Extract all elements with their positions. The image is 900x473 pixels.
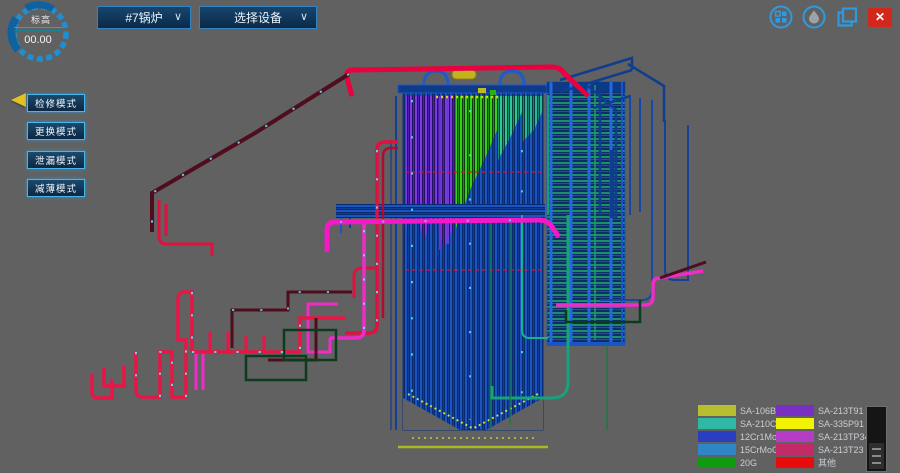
legend-label: SA-210C — [740, 419, 777, 429]
legend-label: 15CrMoG — [740, 445, 779, 455]
mode-label: 泄漏模式 — [35, 153, 77, 167]
legend-swatch — [698, 418, 736, 429]
boiler-select-label: #7锅炉 — [125, 9, 162, 26]
legend-swatch — [776, 418, 814, 429]
legend-swatch — [776, 457, 814, 468]
legend-label: SA-335P91 — [818, 419, 864, 429]
legend-scrollbar-thumb[interactable] — [869, 443, 884, 469]
elevation-gauge: 标高 00.00 — [6, 0, 76, 70]
mode-label: 检修模式 — [35, 96, 77, 110]
grid-circle-icon — [769, 5, 793, 29]
gauge-divider — [14, 27, 62, 28]
legend-swatch — [776, 405, 814, 416]
mode-button-thinning[interactable]: 减薄模式 — [27, 179, 85, 197]
mode-label: 减薄模式 — [35, 181, 77, 195]
boiler-wireframe — [0, 0, 900, 473]
legend-scrollbar[interactable] — [866, 406, 887, 472]
chevron-down-icon: ∨ — [174, 10, 182, 23]
mode-button-replace[interactable]: 更换模式 — [27, 122, 85, 140]
legend-label: 20G — [740, 458, 757, 468]
legend-swatch — [776, 444, 814, 455]
droplet-circle-icon — [802, 5, 826, 29]
legend-label: SA-213T91 — [818, 406, 864, 416]
mode-label: 更换模式 — [35, 124, 77, 138]
legend-swatch — [698, 457, 736, 468]
legend-label: SA-106B — [740, 406, 776, 416]
mode-button-leak[interactable]: 泄漏模式 — [27, 151, 85, 169]
legend-swatch — [698, 444, 736, 455]
device-select-label: 选择设备 — [234, 9, 282, 26]
gauge-label: 标高 — [6, 13, 76, 26]
boiler-monitor-window: 标高 00.00 #7锅炉 ∨ 选择设备 ∨ — [0, 0, 900, 473]
model-viewport[interactable] — [0, 0, 900, 473]
close-icon: ✕ — [875, 10, 885, 24]
legend-label: SA-213T23 — [818, 445, 864, 455]
mode-button-overhaul[interactable]: 检修模式 — [27, 94, 85, 112]
close-button[interactable]: ✕ — [868, 8, 892, 27]
material-legend: SA-106B SA-210C 12Cr1MoVG 15CrMoG 20G SA… — [698, 404, 894, 473]
dashboard-grid-button[interactable] — [769, 5, 793, 29]
boiler-select-dropdown[interactable]: #7锅炉 ∨ — [97, 6, 191, 29]
gauge-value: 00.00 — [6, 34, 70, 46]
legend-swatch — [698, 431, 736, 442]
furnace-body — [336, 70, 548, 447]
legend-label: 其他 — [818, 456, 836, 469]
droplet-monitor-button[interactable] — [802, 5, 826, 29]
legend-swatch — [698, 405, 736, 416]
layers-icon — [835, 5, 859, 29]
collapse-menu-arrow-icon[interactable] — [11, 93, 26, 107]
window-toolbar: ✕ — [769, 5, 892, 29]
riser-pipes — [345, 142, 398, 333]
chevron-down-icon: ∨ — [300, 10, 308, 23]
device-select-dropdown[interactable]: 选择设备 ∨ — [199, 6, 317, 29]
layers-copy-button[interactable] — [835, 5, 859, 29]
legend-swatch — [776, 431, 814, 442]
